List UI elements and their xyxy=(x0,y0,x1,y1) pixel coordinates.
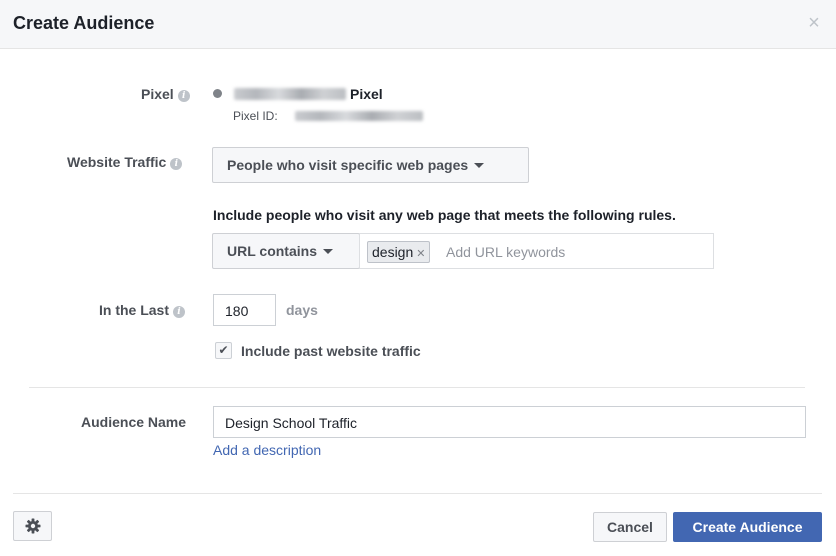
website-traffic-label: Website Traffic xyxy=(67,154,167,170)
website-traffic-dropdown[interactable]: People who visit specific web pages xyxy=(212,147,529,183)
keyword-token[interactable]: design ✕ xyxy=(367,241,431,263)
section-divider xyxy=(29,387,805,388)
url-keywords-placeholder: Add URL keywords xyxy=(446,244,566,260)
days-unit-label: days xyxy=(286,302,318,318)
rules-description: Include people who visit any web page th… xyxy=(213,207,676,223)
info-icon[interactable]: i xyxy=(173,306,186,318)
url-condition-dropdown[interactable]: URL contains xyxy=(212,233,360,269)
caret-down-icon xyxy=(322,249,333,254)
info-icon[interactable]: i xyxy=(170,158,183,170)
keyword-token-label: design xyxy=(372,244,414,260)
close-icon[interactable]: × xyxy=(804,13,824,33)
pixel-name: Pixel xyxy=(350,86,383,102)
remove-token-icon[interactable]: ✕ xyxy=(416,248,425,260)
website-traffic-label-row: Website Traffic i xyxy=(67,154,183,170)
pixel-label-row: Pixel i xyxy=(141,86,190,102)
settings-button[interactable] xyxy=(13,511,52,541)
dialog-header: Create Audience × xyxy=(0,0,836,49)
cancel-button[interactable]: Cancel xyxy=(593,512,667,542)
include-past-label[interactable]: Include past website traffic xyxy=(241,343,421,359)
pixel-id-redacted xyxy=(295,111,423,121)
url-condition-selected: URL contains xyxy=(227,243,317,259)
audience-name-label: Audience Name xyxy=(81,414,187,430)
audience-name-input[interactable]: Design School Traffic xyxy=(213,406,806,438)
website-traffic-selected: People who visit specific web pages xyxy=(227,157,469,173)
pixel-name-redacted xyxy=(234,88,346,100)
url-keywords-input[interactable]: design ✕ Add URL keywords xyxy=(359,233,714,269)
create-audience-button[interactable]: Create Audience xyxy=(673,512,822,542)
pixel-status-icon xyxy=(213,89,222,98)
timeframe-label: In the Last xyxy=(99,302,170,318)
footer-divider xyxy=(13,493,822,494)
gear-icon xyxy=(25,518,41,534)
add-description-link[interactable]: Add a description xyxy=(213,442,321,458)
dialog-title: Create Audience xyxy=(13,13,155,33)
timeframe-label-row: In the Last i xyxy=(99,302,186,318)
include-past-checkbox[interactable]: ✔ xyxy=(215,342,232,359)
caret-down-icon xyxy=(474,163,485,168)
info-icon[interactable]: i xyxy=(177,90,190,102)
pixel-label: Pixel xyxy=(141,86,174,102)
days-input[interactable]: 180 xyxy=(213,294,276,326)
pixel-id-label: Pixel ID: xyxy=(233,109,278,123)
